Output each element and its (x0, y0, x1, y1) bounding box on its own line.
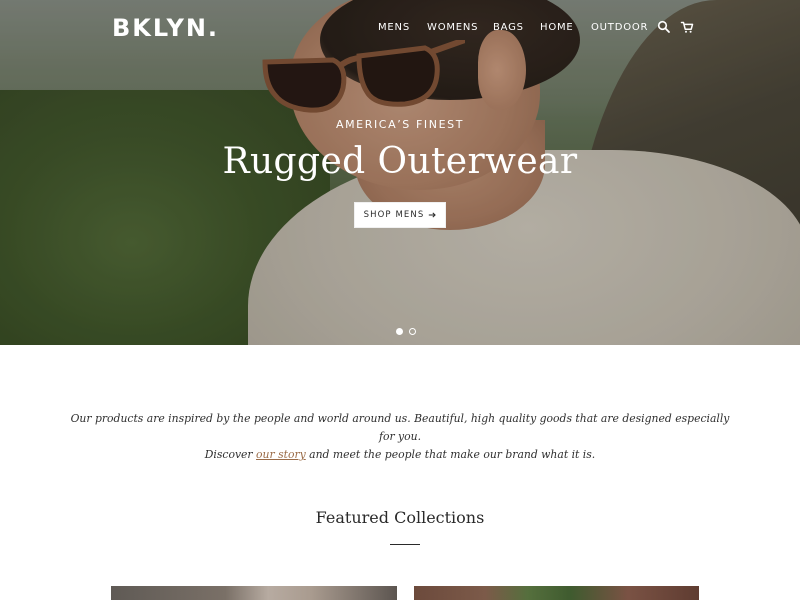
search-icon[interactable] (657, 20, 671, 34)
nav-item-bags[interactable]: BAGS (493, 22, 524, 33)
intro-text: Our products are inspired by the people … (70, 410, 730, 464)
slider-dot-1[interactable] (396, 328, 403, 335)
main-nav: MENS WOMENS BAGS HOME OUTDOOR (0, 20, 800, 38)
hero-banner: BKLYN. MENS WOMENS BAGS HOME OUTDOOR AME… (0, 0, 800, 345)
featured-divider (390, 544, 420, 545)
shop-mens-button[interactable]: SHOP MENS (354, 202, 446, 228)
nav-item-womens[interactable]: WOMENS (427, 22, 478, 33)
our-story-link[interactable]: our story (256, 448, 306, 461)
intro-line-2-suffix: and meet the people that make our brand … (305, 448, 596, 461)
featured-collection-card-2[interactable] (414, 586, 699, 600)
featured-collections-title: Featured Collections (315, 508, 485, 527)
hero-slider-dots (396, 328, 416, 335)
intro-line-1: Our products are inspired by the people … (70, 412, 730, 443)
nav-item-home[interactable]: HOME (540, 22, 574, 33)
arrow-right-icon (429, 212, 437, 218)
slider-dot-2[interactable] (409, 328, 416, 335)
intro-line-2: Discover our story and meet the people t… (70, 446, 730, 464)
cart-icon[interactable] (680, 20, 694, 34)
hero-title: Rugged Outerwear (222, 141, 578, 182)
intro-line-2-prefix: Discover (204, 448, 257, 461)
featured-collection-card-1[interactable] (111, 586, 397, 600)
shop-mens-label: SHOP MENS (363, 210, 425, 220)
nav-item-outdoor[interactable]: OUTDOOR (591, 22, 648, 33)
hero-eyebrow: AMERICA’S FINEST (335, 118, 465, 131)
nav-item-mens[interactable]: MENS (378, 22, 410, 33)
